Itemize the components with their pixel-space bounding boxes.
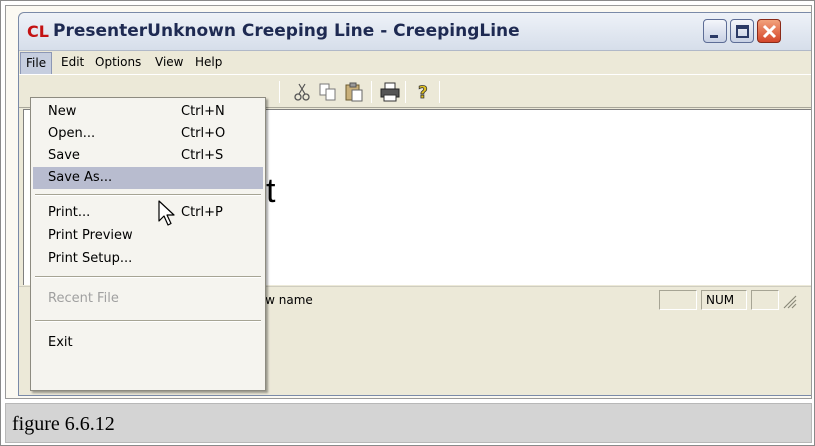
menu-item-shortcut: Ctrl+P (181, 205, 223, 220)
menu-item-shortcut: Ctrl+S (181, 148, 224, 163)
menu-separator (35, 194, 261, 196)
menu-item-open[interactable]: Open... Ctrl+O (33, 123, 263, 145)
menu-help[interactable]: Help (195, 55, 222, 69)
screenshot: CL PresenterUnknown Creeping Line - Cree… (5, 5, 812, 399)
toolbar-separator (405, 81, 406, 103)
title-bar[interactable]: CL PresenterUnknown Creeping Line - Cree… (19, 13, 811, 51)
menu-item-label: Print... (48, 205, 91, 220)
menu-item-label: Recent File (48, 291, 119, 306)
minimize-button[interactable] (703, 19, 727, 43)
toolbar-separator (371, 81, 372, 103)
menu-item-print-setup[interactable]: Print Setup... (33, 248, 263, 270)
menu-edit[interactable]: Edit (61, 55, 84, 69)
close-button[interactable] (757, 19, 781, 43)
menu-item-new[interactable]: New Ctrl+N (33, 101, 263, 123)
menu-options[interactable]: Options (95, 55, 141, 69)
help-icon[interactable]: ? (413, 81, 435, 104)
menu-item-label: Print Preview (48, 228, 133, 243)
copy-icon[interactable] (317, 81, 339, 103)
menu-separator (35, 276, 261, 278)
menu-item-label: Save (48, 148, 80, 163)
menu-item-recent-file: Recent File (33, 288, 263, 310)
menu-item-save-as[interactable]: Save As... (33, 167, 263, 189)
menu-item-save[interactable]: Save Ctrl+S (33, 145, 263, 167)
menu-separator (35, 320, 261, 322)
menu-file[interactable]: File (20, 52, 53, 75)
resize-grip-icon[interactable] (781, 293, 797, 309)
menu-item-label: Save As... (48, 170, 113, 185)
menu-item-label: Open... (48, 126, 96, 141)
menu-item-shortcut: Ctrl+N (181, 104, 225, 119)
figure-caption-bar: figure 6.6.12 (5, 403, 812, 443)
maximize-icon (736, 25, 749, 38)
app-icon: CL (27, 22, 49, 41)
maximize-button[interactable] (730, 19, 754, 43)
menu-item-label: Exit (48, 335, 73, 350)
toolbar-separator (439, 81, 440, 103)
menu-item-print[interactable]: Print... Ctrl+P (33, 202, 263, 224)
window-title: PresenterUnknown Creeping Line - Creepin… (53, 21, 520, 41)
menu-item-shortcut: Ctrl+O (181, 126, 226, 141)
file-menu-dropdown: New Ctrl+N Open... Ctrl+O Save Ctrl+S Sa… (30, 97, 266, 391)
menu-view[interactable]: View (155, 55, 183, 69)
mouse-pointer-icon (158, 200, 175, 226)
close-icon (762, 24, 777, 39)
paste-icon[interactable] (343, 81, 365, 103)
figure-frame: CL PresenterUnknown Creeping Line - Cree… (0, 0, 815, 446)
status-pane-empty (751, 290, 779, 310)
figure-caption: figure 6.6.12 (12, 413, 115, 435)
menu-item-label: New (48, 104, 77, 119)
svg-text:?: ? (418, 83, 428, 103)
minimize-icon (710, 35, 718, 38)
menu-item-exit[interactable]: Exit (33, 332, 263, 354)
status-num-indicator: NUM (701, 290, 747, 310)
menu-item-label: Print Setup... (48, 251, 133, 266)
print-icon[interactable] (379, 81, 401, 103)
status-pane-empty (659, 290, 697, 310)
cut-icon[interactable] (291, 81, 313, 103)
toolbar-separator (279, 81, 280, 103)
menu-bar: File Edit Options View Help (19, 51, 811, 75)
menu-item-print-preview[interactable]: Print Preview (33, 225, 263, 247)
